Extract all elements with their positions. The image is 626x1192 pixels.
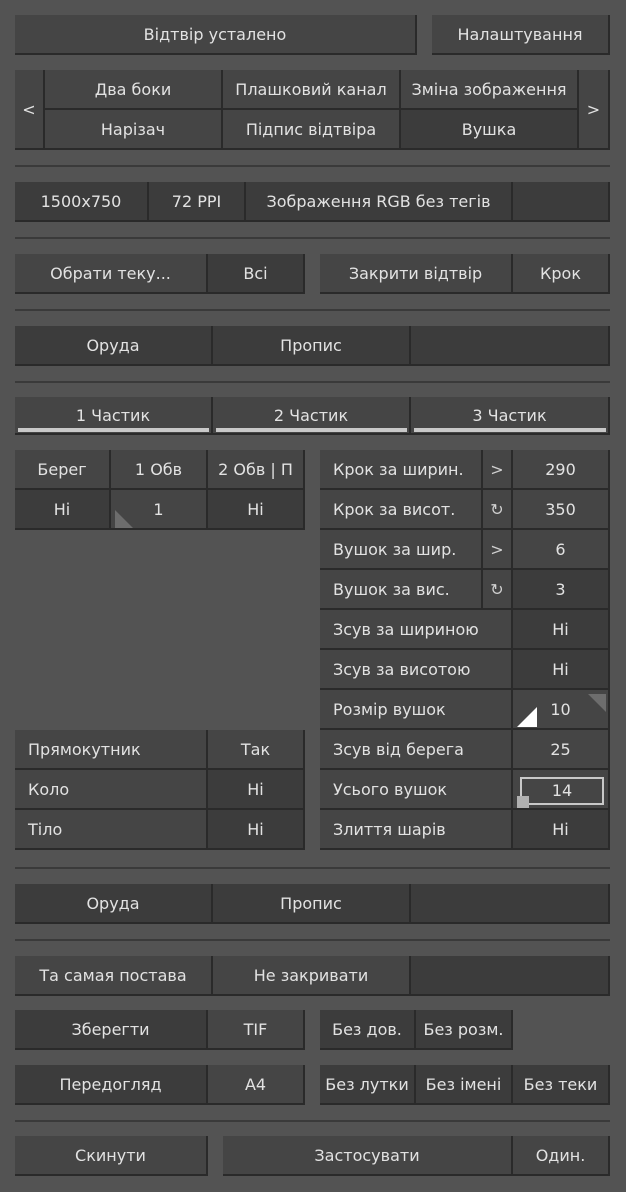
stroke-1-header[interactable]: 1 Обв <box>111 450 208 490</box>
offset-width-value[interactable]: Ні <box>513 610 610 650</box>
status-button[interactable]: Відтвір усталено <box>15 15 417 55</box>
eyelets-height-value[interactable]: 3 <box>513 570 610 610</box>
divider <box>15 939 610 941</box>
settings-button[interactable]: Налаштування <box>432 15 610 55</box>
script-tab[interactable]: Пропис <box>213 326 411 366</box>
tab-signature[interactable]: Підпис відтвіра <box>223 110 401 150</box>
stroke-2-header[interactable]: 2 Обв | П <box>208 450 305 490</box>
divider <box>15 1120 610 1122</box>
rectangle-label: Прямокутник <box>15 730 208 770</box>
tabs-prev-button[interactable]: < <box>15 70 45 150</box>
eyelets-width-label: Вушок за шир. <box>320 530 483 570</box>
merge-layers-value[interactable]: Ні <box>513 810 610 850</box>
divider <box>15 309 610 311</box>
preview-button[interactable]: Передогляд <box>15 1065 208 1105</box>
save-button[interactable]: Зберегти <box>15 1010 208 1050</box>
step-width-value[interactable]: 290 <box>513 450 610 490</box>
no-lutky-toggle[interactable]: Без лутки <box>320 1065 416 1105</box>
eyelets-height-label: Вушок за вис. <box>320 570 483 610</box>
circle-value[interactable]: Ні <box>208 770 305 810</box>
chevron-right-icon[interactable]: > <box>483 530 513 570</box>
resize-handle-icon <box>517 796 529 808</box>
no-size-toggle[interactable]: Без розм. <box>416 1010 513 1050</box>
all-button[interactable]: Всі <box>208 254 305 294</box>
image-mode: Зображення RGB без тегів <box>246 182 513 222</box>
body-label: Тіло <box>15 810 208 850</box>
total-eyelets-input[interactable]: 14 <box>520 777 604 803</box>
divider <box>15 381 610 383</box>
refresh-icon[interactable]: ↻ <box>483 570 513 610</box>
edge-header[interactable]: Берег <box>15 450 111 490</box>
stroke-2-value[interactable]: Ні <box>208 490 305 530</box>
offset-height-label: Зсув за висотою <box>320 650 513 690</box>
eyelets-width-value[interactable]: 6 <box>513 530 610 570</box>
image-ppi: 72 PPI <box>149 182 246 222</box>
no-name-toggle[interactable]: Без імені <box>416 1065 513 1105</box>
part-1-underline <box>18 428 209 432</box>
divider <box>15 867 610 869</box>
no-folder-toggle[interactable]: Без теки <box>513 1065 610 1105</box>
image-size: 1500x750 <box>15 182 149 222</box>
chevron-right-icon[interactable]: > <box>483 450 513 490</box>
same-pose-button[interactable]: Та самая постава <box>15 956 213 996</box>
step-height-value[interactable]: 350 <box>513 490 610 530</box>
tab-image-change[interactable]: Зміна зображення <box>401 70 579 110</box>
refresh-icon[interactable]: ↻ <box>483 490 513 530</box>
single-button[interactable]: Один. <box>513 1136 610 1176</box>
panel-empty-tab-2[interactable] <box>411 884 610 924</box>
tab-eyelets[interactable]: Вушка <box>401 110 579 150</box>
merge-layers-label: Злиття шарів <box>320 810 513 850</box>
edge-value[interactable]: Ні <box>15 490 111 530</box>
tools-tab[interactable]: Оруда <box>15 326 213 366</box>
corner-marker-icon <box>517 707 537 727</box>
save-format-select[interactable]: TIF <box>208 1010 305 1050</box>
total-eyelets-label: Усього вушок <box>320 770 513 810</box>
edge-offset-value[interactable]: 25 <box>513 730 610 770</box>
tab-spot-channel[interactable]: Плашковий канал <box>223 70 401 110</box>
rectangle-value[interactable]: Так <box>208 730 305 770</box>
script-tab-2[interactable]: Пропис <box>213 884 411 924</box>
info-empty-cell <box>513 182 610 222</box>
offset-width-label: Зсув за шириною <box>320 610 513 650</box>
close-document-button[interactable]: Закрити відтвір <box>320 254 513 294</box>
apply-button[interactable]: Застосувати <box>223 1136 513 1176</box>
tab-two-sides[interactable]: Два боки <box>45 70 223 110</box>
circle-label: Коло <box>15 770 208 810</box>
paper-format-select[interactable]: A4 <box>208 1065 305 1105</box>
no-dov-toggle[interactable]: Без дов. <box>320 1010 416 1050</box>
part-2-underline <box>216 428 407 432</box>
options-empty-cell <box>411 956 610 996</box>
divider <box>15 165 610 167</box>
reset-button[interactable]: Скинути <box>15 1136 208 1176</box>
corner-marker-icon <box>115 510 133 528</box>
divider <box>15 237 610 239</box>
panel-empty-tab[interactable] <box>411 326 610 366</box>
no-close-button[interactable]: Не закривати <box>213 956 411 996</box>
edge-offset-label: Зсув від берега <box>320 730 513 770</box>
step-height-label: Крок за висот. <box>320 490 483 530</box>
tab-cutter[interactable]: Нарізач <box>45 110 223 150</box>
tabs-next-button[interactable]: > <box>579 70 610 150</box>
step-button[interactable]: Крок <box>513 254 610 294</box>
body-value[interactable]: Ні <box>208 810 305 850</box>
eyelet-size-label: Розмір вушок <box>320 690 513 730</box>
tools-tab-2[interactable]: Оруда <box>15 884 213 924</box>
offset-height-value[interactable]: Ні <box>513 650 610 690</box>
step-width-label: Крок за ширин. <box>320 450 483 490</box>
choose-folder-button[interactable]: Обрати теку... <box>15 254 208 294</box>
part-3-underline <box>414 428 606 432</box>
corner-marker-icon <box>588 694 606 712</box>
